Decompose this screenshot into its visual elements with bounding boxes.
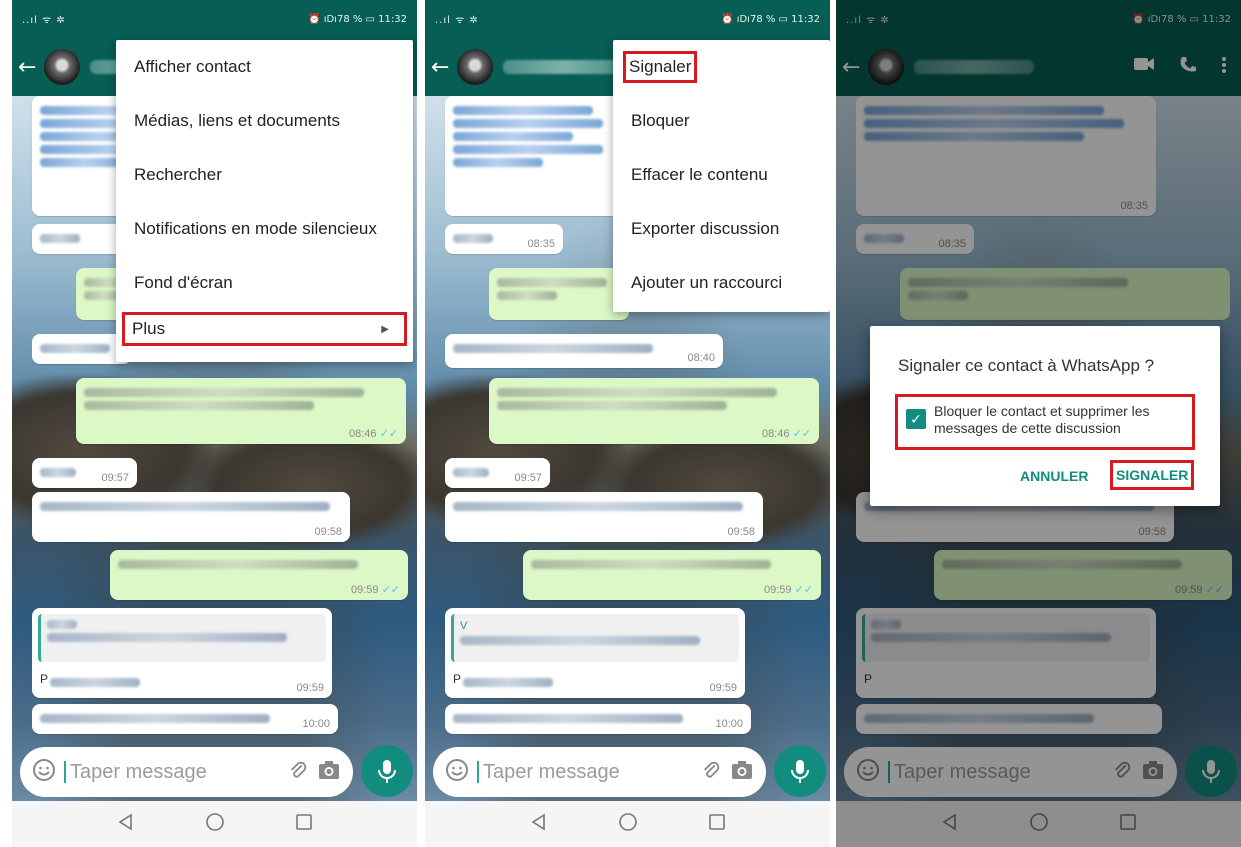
android-nav-bar: [425, 801, 830, 847]
quoted-message[interactable]: [38, 614, 326, 662]
message-bubble[interactable]: [445, 96, 625, 216]
message-bubble[interactable]: 09:57: [445, 458, 550, 488]
signal-icons: ..ıl ᯤ ✲: [22, 15, 66, 26]
menu-item-wallpaper[interactable]: Fond d'écran: [116, 256, 413, 310]
camera-icon[interactable]: [317, 759, 341, 786]
message-initial: P: [453, 672, 462, 686]
message-time: 09:59: [709, 682, 737, 694]
message-bubble[interactable]: 10:00: [445, 704, 751, 734]
message-bubble[interactable]: 09:59 ✓✓: [523, 550, 821, 600]
block-and-delete-checkbox-row[interactable]: ✓ Bloquer le contact et supprimer les me…: [895, 394, 1195, 450]
message-bubble[interactable]: 08:40: [445, 334, 723, 368]
mic-icon: [378, 760, 396, 783]
signal-icons: ..ıl ᯤ ✲: [435, 15, 479, 26]
status-right: ⏰ ıDı78 % ▭ 11:32: [721, 13, 820, 25]
status-bar: ..ıl ᯤ ✲ ⏰ ıDı78 % ▭ 11:32: [12, 0, 417, 38]
message-bubble[interactable]: 09:58: [445, 492, 763, 542]
nav-back-icon[interactable]: [117, 813, 135, 836]
menu-item-report-label: Signaler: [623, 51, 698, 83]
android-nav-bar: [12, 801, 417, 847]
checkbox-label: Bloquer le contact et supprimer les mess…: [934, 403, 1150, 436]
message-bubble[interactable]: 08:46 ✓✓: [489, 378, 819, 444]
menu-item-media-links-docs[interactable]: Médias, liens et documents: [116, 94, 413, 148]
message-time: 09:58: [727, 526, 755, 538]
menu-item-clear-chat[interactable]: Effacer le contenu: [613, 148, 830, 202]
contact-name-blurred[interactable]: [503, 60, 623, 74]
message-bubble[interactable]: 09:58: [32, 492, 350, 542]
message-bubble[interactable]: 08:35: [445, 224, 563, 254]
message-input-bar[interactable]: Taper message: [20, 747, 353, 797]
nav-home-icon[interactable]: [205, 812, 225, 837]
menu-item-more-label: Plus: [132, 319, 166, 338]
message-bubble[interactable]: 08:46 ✓✓: [76, 378, 406, 444]
message-time: 10:00: [715, 718, 743, 730]
attach-icon[interactable]: [287, 759, 309, 786]
menu-item-search[interactable]: Rechercher: [116, 148, 413, 202]
read-ticks-icon: ✓✓: [381, 584, 400, 596]
message-time: 08:46: [761, 428, 790, 440]
mic-icon: [791, 760, 809, 783]
nav-back-icon[interactable]: [530, 813, 548, 836]
checkbox-checked-icon[interactable]: ✓: [906, 409, 926, 429]
more-submenu: Signaler Bloquer Effacer le contenu Expo…: [613, 40, 830, 312]
emoji-icon[interactable]: [445, 758, 469, 787]
message-time: 09:59: [296, 682, 324, 694]
read-ticks-icon: ✓✓: [794, 584, 813, 596]
report-dialog: Signaler ce contact à WhatsApp ? ✓ Bloqu…: [870, 326, 1220, 506]
message-bubble[interactable]: [32, 224, 122, 254]
report-button[interactable]: SIGNALER: [1110, 460, 1195, 490]
camera-icon[interactable]: [730, 759, 754, 786]
nav-recents-icon[interactable]: [708, 813, 726, 836]
nav-home-icon[interactable]: [618, 812, 638, 837]
cancel-button[interactable]: ANNULER: [1020, 468, 1088, 484]
menu-item-export-chat[interactable]: Exporter discussion: [613, 202, 830, 256]
menu-item-report[interactable]: Signaler: [613, 40, 830, 94]
message-bubble[interactable]: 10:00: [32, 704, 338, 734]
dialog-title: Signaler ce contact à WhatsApp ?: [898, 356, 1155, 375]
message-time: 10:00: [302, 718, 330, 730]
phone-screen-1: ..ıl ᯤ ✲ ⏰ ıDı78 % ▭ 11:32 ← 08:46 ✓✓ 09…: [12, 0, 417, 847]
back-arrow-icon[interactable]: ←: [18, 55, 44, 80]
menu-item-block[interactable]: Bloquer: [613, 94, 830, 148]
menu-item-more[interactable]: Plus ▶: [122, 312, 407, 346]
message-input-bar[interactable]: Taper message: [433, 747, 766, 797]
message-input[interactable]: Taper message: [477, 761, 692, 783]
avatar[interactable]: [457, 49, 493, 85]
message-bubble[interactable]: 09:59 ✓✓: [110, 550, 408, 600]
message-time: 08:46: [348, 428, 377, 440]
quoted-message[interactable]: V: [451, 614, 739, 662]
mic-button[interactable]: [774, 745, 826, 797]
reply-message-bubble[interactable]: V P 09:59: [445, 608, 745, 698]
avatar[interactable]: [44, 49, 80, 85]
reply-message-bubble[interactable]: P 09:59: [32, 608, 332, 698]
message-input[interactable]: Taper message: [64, 761, 279, 783]
message-time: 09:58: [314, 526, 342, 538]
back-arrow-icon[interactable]: ←: [431, 55, 457, 80]
message-time: 09:57: [514, 472, 542, 484]
submenu-arrow-icon: ▶: [381, 323, 389, 335]
message-time: 09:57: [101, 472, 129, 484]
attach-icon[interactable]: [700, 759, 722, 786]
menu-item-add-shortcut[interactable]: Ajouter un raccourci: [613, 256, 830, 310]
menu-item-view-contact[interactable]: Afficher contact: [116, 40, 413, 94]
read-ticks-icon: ✓✓: [792, 428, 811, 440]
status-bar: ..ıl ᯤ ✲ ⏰ ıDı78 % ▭ 11:32: [425, 0, 830, 38]
message-time: 08:40: [687, 352, 715, 364]
message-bubble[interactable]: [489, 268, 629, 320]
nav-recents-icon[interactable]: [295, 813, 313, 836]
message-time: 09:59: [763, 584, 792, 596]
phone-screen-2: ..ıl ᯤ ✲ ⏰ ıDı78 % ▭ 11:32 ← 08:35 08:40…: [425, 0, 830, 847]
phone-screen-3: ..ıl ᯤ ✲ ⏰ ıDı78 % ▭ 11:32 ← 08:35 08:35…: [836, 0, 1241, 847]
status-right: ⏰ ıDı78 % ▭ 11:32: [308, 13, 407, 25]
mic-button[interactable]: [361, 745, 413, 797]
message-initial: P: [40, 672, 49, 686]
menu-item-mute-notifications[interactable]: Notifications en mode silencieux: [116, 202, 413, 256]
overflow-menu: Afficher contact Médias, liens et docume…: [116, 40, 413, 362]
emoji-icon[interactable]: [32, 758, 56, 787]
message-bubble[interactable]: 09:57: [32, 458, 137, 488]
message-time: 08:35: [527, 238, 555, 250]
read-ticks-icon: ✓✓: [379, 428, 398, 440]
quoted-author-initial: V: [460, 620, 468, 632]
message-time: 09:59: [350, 584, 379, 596]
